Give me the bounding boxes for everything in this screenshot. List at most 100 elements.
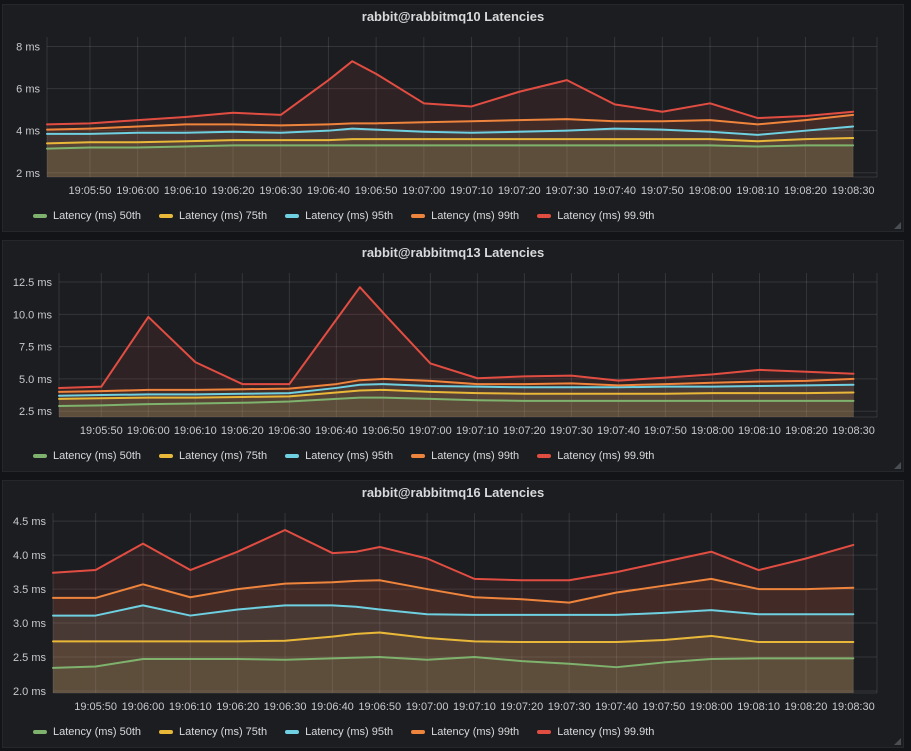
- legend-item-50th[interactable]: Latency (ms) 50th: [33, 210, 141, 222]
- svg-text:2.5 ms: 2.5 ms: [13, 652, 47, 664]
- legend-label: Latency (ms) 95th: [305, 450, 393, 462]
- panel-rabbitmq10: rabbit@rabbitmq10 Latencies 2 ms4 ms6 ms…: [2, 4, 904, 232]
- series-color-swatch: [159, 454, 173, 458]
- svg-text:19:07:00: 19:07:00: [406, 701, 449, 713]
- legend-item-99th[interactable]: Latency (ms) 99th: [411, 726, 519, 738]
- svg-text:19:06:40: 19:06:40: [315, 425, 358, 437]
- svg-text:19:07:40: 19:07:40: [593, 185, 636, 197]
- svg-text:2.0 ms: 2.0 ms: [13, 686, 47, 698]
- series-color-swatch: [33, 454, 47, 458]
- svg-text:19:08:10: 19:08:10: [738, 425, 781, 437]
- series-color-swatch: [159, 214, 173, 218]
- series-color-swatch: [411, 730, 425, 734]
- series-color-swatch: [285, 730, 299, 734]
- latency-chart-rabbitmq10[interactable]: 2 ms4 ms6 ms8 ms19:05:5019:06:0019:06:10…: [3, 29, 903, 201]
- legend: Latency (ms) 50th Latency (ms) 75th Latenc…: [3, 717, 903, 747]
- legend-label: Latency (ms) 95th: [305, 726, 393, 738]
- svg-text:19:08:20: 19:08:20: [785, 425, 828, 437]
- legend-item-95th[interactable]: Latency (ms) 95th: [285, 450, 393, 462]
- svg-text:19:06:50: 19:06:50: [355, 185, 398, 197]
- svg-text:19:06:20: 19:06:20: [216, 701, 259, 713]
- latency-chart-rabbitmq16[interactable]: 2.0 ms2.5 ms3.0 ms3.5 ms4.0 ms4.5 ms19:0…: [3, 505, 903, 717]
- svg-text:19:08:00: 19:08:00: [690, 701, 733, 713]
- svg-text:19:08:30: 19:08:30: [832, 185, 875, 197]
- svg-text:12.5 ms: 12.5 ms: [13, 277, 53, 289]
- svg-text:19:08:20: 19:08:20: [785, 701, 828, 713]
- svg-text:19:07:00: 19:07:00: [402, 185, 445, 197]
- svg-text:19:07:40: 19:07:40: [595, 701, 638, 713]
- svg-text:7.5 ms: 7.5 ms: [19, 342, 53, 354]
- svg-text:19:06:10: 19:06:10: [164, 185, 207, 197]
- svg-text:8 ms: 8 ms: [16, 41, 40, 53]
- svg-text:19:07:20: 19:07:20: [498, 185, 541, 197]
- legend-item-75th[interactable]: Latency (ms) 75th: [159, 726, 267, 738]
- latency-chart-rabbitmq13[interactable]: 2.5 ms5.0 ms7.5 ms10.0 ms12.5 ms19:05:50…: [3, 265, 903, 441]
- legend-label: Latency (ms) 95th: [305, 210, 393, 222]
- svg-text:19:06:20: 19:06:20: [212, 185, 255, 197]
- svg-text:2 ms: 2 ms: [16, 168, 40, 180]
- svg-text:19:08:30: 19:08:30: [832, 701, 875, 713]
- legend-item-95th[interactable]: Latency (ms) 95th: [285, 726, 393, 738]
- legend-item-99.9th[interactable]: Latency (ms) 99.9th: [537, 726, 654, 738]
- panel-title[interactable]: rabbit@rabbitmq13 Latencies: [3, 241, 903, 265]
- svg-text:19:08:00: 19:08:00: [689, 185, 732, 197]
- svg-text:19:07:10: 19:07:10: [450, 185, 493, 197]
- panel-title[interactable]: rabbit@rabbitmq10 Latencies: [3, 5, 903, 29]
- svg-text:19:06:40: 19:06:40: [311, 701, 354, 713]
- series-color-swatch: [537, 214, 551, 218]
- svg-text:19:07:00: 19:07:00: [409, 425, 452, 437]
- svg-text:19:07:20: 19:07:20: [503, 425, 546, 437]
- legend-item-75th[interactable]: Latency (ms) 75th: [159, 450, 267, 462]
- svg-text:19:08:10: 19:08:10: [737, 701, 780, 713]
- legend-label: Latency (ms) 99th: [431, 210, 519, 222]
- legend-label: Latency (ms) 75th: [179, 450, 267, 462]
- svg-text:19:06:30: 19:06:30: [268, 425, 311, 437]
- svg-text:19:06:00: 19:06:00: [127, 425, 170, 437]
- svg-text:19:06:00: 19:06:00: [116, 185, 159, 197]
- panel-resize-handle[interactable]: [894, 222, 901, 229]
- panel-resize-handle[interactable]: [894, 738, 901, 745]
- legend-item-99th[interactable]: Latency (ms) 99th: [411, 210, 519, 222]
- series-color-swatch: [33, 214, 47, 218]
- svg-text:19:06:10: 19:06:10: [174, 425, 217, 437]
- svg-text:19:07:40: 19:07:40: [597, 425, 640, 437]
- svg-text:19:08:30: 19:08:30: [832, 425, 875, 437]
- svg-text:19:07:20: 19:07:20: [500, 701, 543, 713]
- svg-text:19:06:40: 19:06:40: [307, 185, 350, 197]
- series-color-swatch: [33, 730, 47, 734]
- legend-label: Latency (ms) 50th: [53, 210, 141, 222]
- legend-item-99.9th[interactable]: Latency (ms) 99.9th: [537, 210, 654, 222]
- svg-text:2.5 ms: 2.5 ms: [19, 406, 53, 418]
- legend: Latency (ms) 50th Latency (ms) 75th Latenc…: [3, 201, 903, 231]
- svg-text:19:08:20: 19:08:20: [784, 185, 827, 197]
- svg-text:19:07:10: 19:07:10: [456, 425, 499, 437]
- legend: Latency (ms) 50th Latency (ms) 75th Latenc…: [3, 441, 903, 471]
- legend-item-95th[interactable]: Latency (ms) 95th: [285, 210, 393, 222]
- svg-text:19:07:50: 19:07:50: [642, 701, 685, 713]
- svg-text:19:05:50: 19:05:50: [80, 425, 123, 437]
- svg-text:4.5 ms: 4.5 ms: [13, 516, 47, 528]
- panel-rabbitmq13: rabbit@rabbitmq13 Latencies 2.5 ms5.0 ms…: [2, 240, 904, 472]
- legend-item-50th[interactable]: Latency (ms) 50th: [33, 450, 141, 462]
- svg-text:19:06:30: 19:06:30: [264, 701, 307, 713]
- legend-item-99.9th[interactable]: Latency (ms) 99.9th: [537, 450, 654, 462]
- panel-resize-handle[interactable]: [894, 462, 901, 469]
- series-color-swatch: [411, 214, 425, 218]
- series-color-swatch: [537, 730, 551, 734]
- legend-item-99th[interactable]: Latency (ms) 99th: [411, 450, 519, 462]
- svg-text:19:08:00: 19:08:00: [691, 425, 734, 437]
- panel-title[interactable]: rabbit@rabbitmq16 Latencies: [3, 481, 903, 505]
- svg-text:10.0 ms: 10.0 ms: [13, 309, 53, 321]
- graph-area: 2 ms4 ms6 ms8 ms19:05:5019:06:0019:06:10…: [3, 29, 903, 201]
- legend-item-50th[interactable]: Latency (ms) 50th: [33, 726, 141, 738]
- legend-label: Latency (ms) 75th: [179, 210, 267, 222]
- svg-text:19:05:50: 19:05:50: [69, 185, 112, 197]
- legend-item-75th[interactable]: Latency (ms) 75th: [159, 210, 267, 222]
- legend-label: Latency (ms) 99th: [431, 450, 519, 462]
- legend-label: Latency (ms) 50th: [53, 450, 141, 462]
- legend-label: Latency (ms) 99.9th: [557, 450, 654, 462]
- graph-area: 2.5 ms5.0 ms7.5 ms10.0 ms12.5 ms19:05:50…: [3, 265, 903, 441]
- svg-text:4 ms: 4 ms: [16, 126, 40, 138]
- legend-label: Latency (ms) 99th: [431, 726, 519, 738]
- series-color-swatch: [285, 454, 299, 458]
